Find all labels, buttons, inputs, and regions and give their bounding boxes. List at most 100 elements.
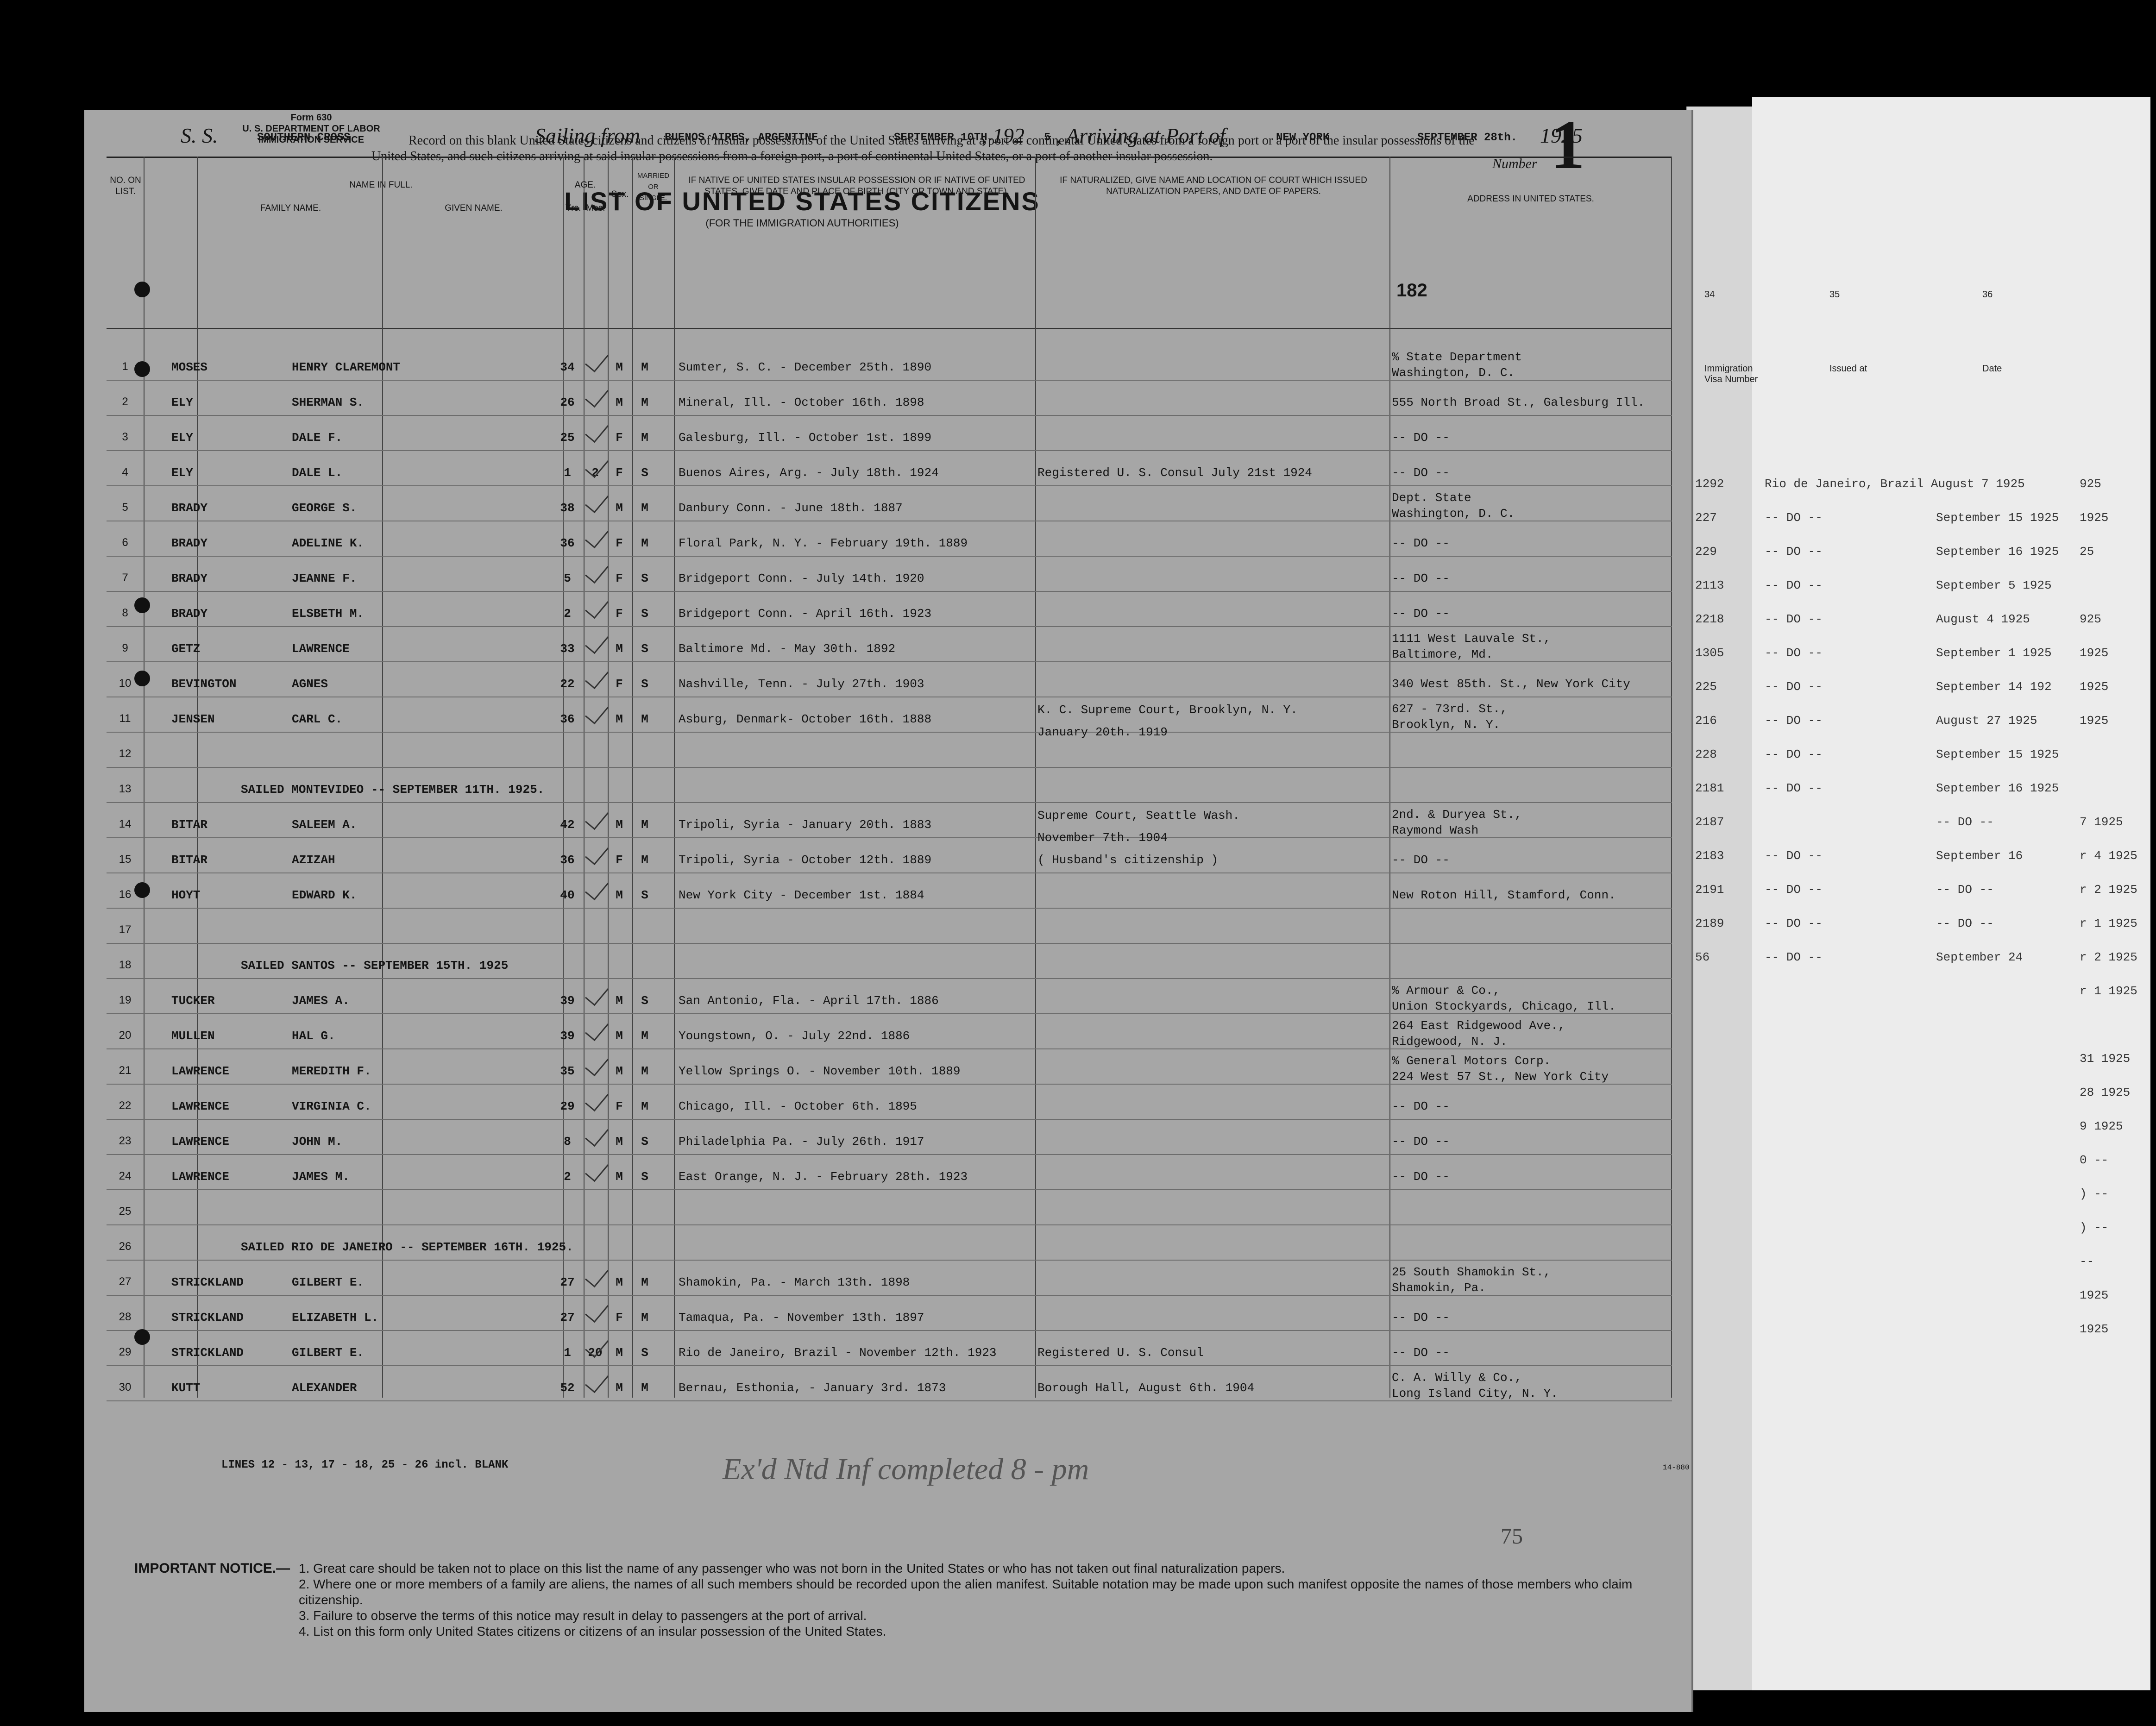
naturalization-info: Registered U. S. Consul July 21st 1924 [1037,466,1312,480]
visa-row: 229 -- DO -- September 16 1925 25 [1695,545,2140,578]
given-name: SHERMAN S. [292,395,365,409]
sex: M [616,1029,623,1043]
punch-hole [134,882,150,898]
given-name: JEANNE F. [292,571,357,585]
marital-status: S [641,994,648,1008]
checkmark-icon [585,1051,609,1077]
given-name: ALEXANDER [292,1381,357,1395]
row-rule [107,1119,1672,1120]
address-line: 555 North Broad St., Galesburg Ill. [1392,395,1645,409]
checkmark-icon [585,523,609,549]
birth-place-date: Tripoli, Syria - January 20th. 1883 [679,818,932,832]
visa-visa: 225 [1695,680,1717,694]
visa-date: September 16 1925 [1936,781,2059,795]
visa-extra: -- [2080,1255,2094,1268]
visa-date: September 24 [1936,950,2023,964]
visa-visa: 2187 [1695,815,1724,829]
marital-status: S [641,607,648,621]
row-rule [107,767,1672,768]
marital-status: M [641,501,648,515]
arriving-label: , Arriving at Port of [1056,124,1226,147]
family-name: STRICKLAND [171,1346,244,1360]
visa-row: r 1 1925 [1695,984,2140,1017]
visa-row: 2187 -- DO -- 7 1925 [1695,815,2140,848]
given-name: GEORGE S. [292,501,357,515]
sex: M [616,994,623,1008]
checkmark-icon [585,1368,609,1393]
family-name: ELY [171,466,193,480]
family-name: LAWRENCE [171,1099,229,1113]
row-number: 20 [119,1029,132,1042]
family-name: HOYT [171,888,201,902]
family-name: ELY [171,395,193,409]
address-line: -- DO -- [1392,1311,1450,1324]
table-row: 11 JENSEN CARL C. 36 M M Asburg, Denmark- Octo… [107,698,1672,739]
address-line-2: Washington, D. C. [1392,507,1515,521]
visa-extra: 1925 [2080,680,2109,694]
sex: F [616,466,623,480]
birth-place-date: Galesburg, Ill. - October 1st. 1899 [679,431,932,445]
table-row: 22 LAWRENCE VIRGINIA C. 29 F M Chicago, Ill. -… [107,1086,1672,1121]
birth-place-date: Bernau, Esthonia, - January 3rd. 1873 [679,1381,946,1395]
table-row: 7 BRADY JEANNE F. 5 F S Bridgeport Conn. - Jul… [107,558,1672,593]
col-header-birth: IF NATIVE OF UNITED STATES INSULAR POSSE… [688,176,1025,196]
visa-visa: 228 [1695,747,1717,761]
address-line-2: Baltimore, Md. [1392,647,1493,661]
row-rule [107,661,1672,662]
birth-place-date: Sumter, S. C. - December 25th. 1890 [679,360,932,374]
passenger-table: NO. ON LIST. NAME IN FULL. FAMILY NAME. … [107,157,1672,1401]
visa-date: -- DO -- [1936,883,1994,897]
departure-year-digit: 5 [1044,132,1051,144]
birth-place-date: Youngstown, O. - July 22nd. 1886 [679,1029,910,1043]
col-header-yrs: Yrs. [565,203,581,213]
family-name: STRICKLAND [171,1311,244,1324]
table-row: 3 ELY DALE F. 25 F M Galesburg, Ill. - October… [107,417,1672,452]
marital-status: M [641,818,648,832]
row-rule [107,1260,1672,1261]
address-line: -- DO -- [1392,607,1450,621]
visa-issued: -- DO -- [1765,545,1823,559]
row-rule [107,732,1672,733]
row-rule [107,1154,1672,1155]
visa-visa: 216 [1695,714,1717,728]
sex: M [616,1381,623,1395]
row-number: 27 [119,1275,132,1288]
row-rule [107,1400,1672,1401]
given-name: GILBERT E. [292,1346,365,1360]
checkmark-icon [585,347,609,373]
family-name: BRADY [171,607,208,621]
marital-status: S [641,571,648,585]
address-line: % Armour & Co., [1392,984,1501,998]
sex: M [616,1275,623,1289]
marital-status: S [641,1346,648,1360]
punch-hole [134,671,150,686]
age-years: 36 [560,536,575,550]
visa-col-number: 35 [1829,289,1840,300]
visa-extra: 1925 [2080,511,2109,525]
birth-place-date: Mineral, Ill. - October 16th. 1898 [679,395,924,409]
sex: M [616,642,623,656]
visa-visa: 2191 [1695,883,1724,897]
notice-item: 1. Great care should be taken not to pla… [299,1561,1285,1575]
age-years: 38 [560,501,575,515]
table-row: 28 STRICKLAND ELIZABETH L. 27 F M Tamaqua, Pa.… [107,1297,1672,1332]
address-line: -- DO -- [1392,1135,1450,1149]
visa-date: September 1 1925 [1936,646,2052,660]
family-name: GETZ [171,642,201,656]
age-years: 8 [564,1135,571,1149]
visa-col-number: 34 [1704,289,1715,300]
address-line: 2nd. & Duryea St., [1392,808,1522,822]
given-name: JAMES A. [292,994,350,1008]
family-name: BRADY [171,536,208,550]
given-name: EDWARD K. [292,888,357,902]
naturalization-info: Borough Hall, August 6th. 1904 [1037,1381,1255,1395]
row-number: 9 [122,642,128,654]
checkmark-icon [585,1086,609,1112]
notice-label: IMPORTANT NOTICE.— [134,1561,290,1576]
table-top-rule [107,157,1672,158]
visa-date: September 15 1925 [1936,747,2059,761]
sex: M [616,395,623,409]
row-number: 2 [122,395,128,408]
visa-row: 2218 -- DO -- August 4 1925 925 [1695,612,2140,646]
departure-port: BUENOS AIRES, ARGENTINE [665,132,818,144]
